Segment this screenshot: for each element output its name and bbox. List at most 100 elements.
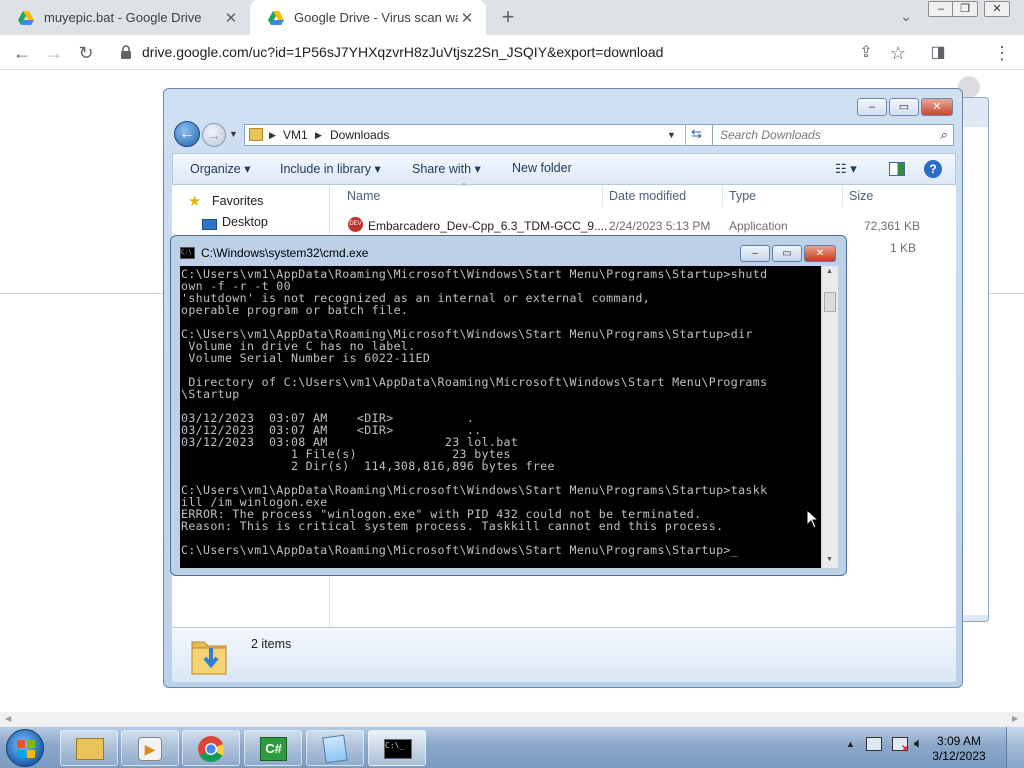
nav-desktop[interactable]: Desktop xyxy=(222,215,268,229)
include-in-library-label: Include in library xyxy=(280,162,372,176)
back-arrow-icon[interactable]: ← xyxy=(10,41,34,65)
column-size[interactable]: Size xyxy=(849,189,873,207)
network-error-x-icon: ✕ xyxy=(901,744,910,755)
system-clock[interactable]: 3:09 AM 3/12/2023 xyxy=(924,734,994,764)
folder-icon xyxy=(249,128,263,141)
page-horizontal-scrollbar[interactable]: ◀ ▶ xyxy=(0,712,1024,726)
windows-logo-icon xyxy=(17,740,35,758)
scroll-thumb[interactable] xyxy=(824,292,836,312)
google-drive-icon xyxy=(18,10,34,25)
background-window-content xyxy=(962,127,988,615)
file-type: Application xyxy=(729,219,788,233)
share-with-label: Share with xyxy=(412,162,472,176)
reload-icon[interactable]: ↻ xyxy=(74,41,98,65)
downloads-folder-icon xyxy=(191,641,227,675)
breadcrumb-vm1[interactable]: VM1 xyxy=(283,125,308,145)
nav-favorites[interactable]: Favorites xyxy=(212,194,263,208)
refresh-icon[interactable]: ⇆ xyxy=(685,124,707,146)
lock-icon xyxy=(121,45,131,59)
console-output[interactable]: C:\Users\vm1\AppData\Roaming\Microsoft\W… xyxy=(180,266,821,568)
search-placeholder: Search Downloads xyxy=(720,128,821,142)
notepad-icon xyxy=(322,734,348,764)
explorer-minimize-button[interactable]: – xyxy=(857,98,887,116)
explorer-address-bar[interactable]: ▶ VM1 ▶ Downloads ▼ ⇆ xyxy=(244,124,754,146)
close-tab-icon[interactable]: ✕ xyxy=(222,9,240,27)
close-window-button[interactable]: ✕ xyxy=(984,1,1010,17)
taskbar-media-player[interactable]: ▶ xyxy=(121,730,179,766)
address-dropdown-icon[interactable]: ▼ xyxy=(667,125,676,145)
recent-pages-chevron-icon[interactable]: ▼ xyxy=(229,129,238,139)
media-player-icon: ▶ xyxy=(138,737,162,761)
breadcrumb-arrow-icon: ▶ xyxy=(269,130,276,140)
cmd-window: C:\ C:\Windows\system32\cmd.exe – ▭ ✕ C:… xyxy=(170,235,847,576)
chrome-icon xyxy=(198,736,225,763)
scroll-right-icon[interactable]: ▶ xyxy=(1012,714,1018,723)
breadcrumb-downloads[interactable]: Downloads xyxy=(330,125,389,145)
start-button[interactable] xyxy=(6,729,44,767)
share-with-menu[interactable]: Share with ▾ xyxy=(412,161,481,176)
google-drive-icon xyxy=(268,10,284,25)
cmd-title: C:\Windows\system32\cmd.exe xyxy=(201,246,369,260)
sort-arrow-icon: ^ xyxy=(462,182,466,191)
console-text: C:\Users\vm1\AppData\Roaming\Microsoft\W… xyxy=(181,267,768,557)
mouse-cursor-icon xyxy=(806,509,820,529)
show-desktop-button[interactable] xyxy=(1006,727,1024,768)
explorer-back-button[interactable]: ← xyxy=(174,121,200,147)
help-icon[interactable]: ? xyxy=(924,160,942,178)
address-bar[interactable]: drive.google.com/uc?id=1P56sJ7YHXqzvrH8z… xyxy=(112,38,672,66)
action-center-flag-icon[interactable] xyxy=(866,737,882,751)
column-separator xyxy=(842,185,843,207)
cmd-minimize-button[interactable]: – xyxy=(740,245,770,262)
taskbar-explorer[interactable] xyxy=(60,730,118,766)
side-panel-icon[interactable]: ◨ xyxy=(926,41,950,65)
cmd-maximize-button[interactable]: ▭ xyxy=(772,245,802,262)
explorer-forward-button[interactable]: → xyxy=(202,123,226,147)
close-tab-icon[interactable]: ✕ xyxy=(458,9,476,27)
cmd-icon: C:\_ xyxy=(384,739,412,759)
taskbar-csharp[interactable]: C# xyxy=(244,730,302,766)
column-date-modified[interactable]: Date modified xyxy=(609,189,686,207)
organize-menu[interactable]: Organize ▾ xyxy=(190,161,250,176)
browser-toolbar: ← → ↻ drive.google.com/uc?id=1P56sJ7YHXq… xyxy=(0,35,1024,98)
search-icon[interactable]: ⌕ xyxy=(940,125,947,145)
forward-arrow-icon[interactable]: → xyxy=(42,41,66,65)
console-scrollbar[interactable]: ▲ ▼ xyxy=(821,266,838,568)
scroll-down-icon[interactable]: ▼ xyxy=(826,556,833,563)
explorer-command-bar: Organize ▾ Include in library ▾ Share wi… xyxy=(172,153,956,185)
cmd-close-button[interactable]: ✕ xyxy=(804,245,836,262)
url-text: drive.google.com/uc?id=1P56sJ7YHXqzvrH8z… xyxy=(142,44,664,60)
details-pane: 2 items xyxy=(172,627,956,682)
preview-pane-icon[interactable] xyxy=(889,162,905,176)
show-hidden-icons-chevron-icon[interactable]: ▲ xyxy=(846,739,855,749)
taskbar-cmd[interactable]: C:\_ xyxy=(368,730,426,766)
scroll-left-icon[interactable]: ◀ xyxy=(5,714,11,723)
view-options-icon[interactable]: ☷ ▾ xyxy=(835,161,857,177)
restore-button[interactable]: ❐ xyxy=(952,1,978,17)
explorer-maximize-button[interactable]: ▭ xyxy=(889,98,919,116)
taskbar-chrome[interactable] xyxy=(182,730,240,766)
new-tab-button[interactable]: + xyxy=(496,6,520,28)
minimize-button[interactable]: – xyxy=(928,1,954,17)
explorer-search-field[interactable]: Search Downloads ⌕ xyxy=(712,124,954,146)
browser-tab-virus-scan[interactable]: Google Drive - Virus scan warnin ✕ xyxy=(250,0,486,35)
organize-label: Organize xyxy=(190,162,241,176)
column-type[interactable]: Type xyxy=(729,189,756,207)
tab-title: muyepic.bat - Google Drive xyxy=(44,10,202,25)
taskbar-notepad[interactable] xyxy=(306,730,364,766)
column-name[interactable]: Name xyxy=(347,189,380,207)
browser-tab-muyepic[interactable]: muyepic.bat - Google Drive ✕ xyxy=(0,0,250,35)
tab-search-chevron-icon[interactable]: ⌄ xyxy=(896,8,916,26)
bookmark-star-icon[interactable]: ☆ xyxy=(886,41,910,65)
volume-speaker-icon[interactable]: 🔈︎ xyxy=(914,735,923,752)
file-name: Embarcadero_Dev-Cpp_6.3_TDM-GCC_9.... xyxy=(368,219,608,233)
desktop-icon xyxy=(202,219,217,230)
include-in-library-menu[interactable]: Include in library ▾ xyxy=(280,161,381,176)
explorer-close-button[interactable]: ✕ xyxy=(921,98,953,116)
file-size: 72,361 KB xyxy=(864,219,921,233)
share-icon[interactable]: ⇪ xyxy=(854,41,878,65)
menu-dots-icon[interactable]: ⋮ xyxy=(990,41,1014,65)
new-folder-button[interactable]: New folder xyxy=(512,161,572,175)
file-row[interactable]: DEV Embarcadero_Dev-Cpp_6.3_TDM-GCC_9...… xyxy=(330,215,956,237)
scroll-up-icon[interactable]: ▲ xyxy=(826,268,833,275)
tab-title: Google Drive - Virus scan warnin xyxy=(294,10,458,25)
